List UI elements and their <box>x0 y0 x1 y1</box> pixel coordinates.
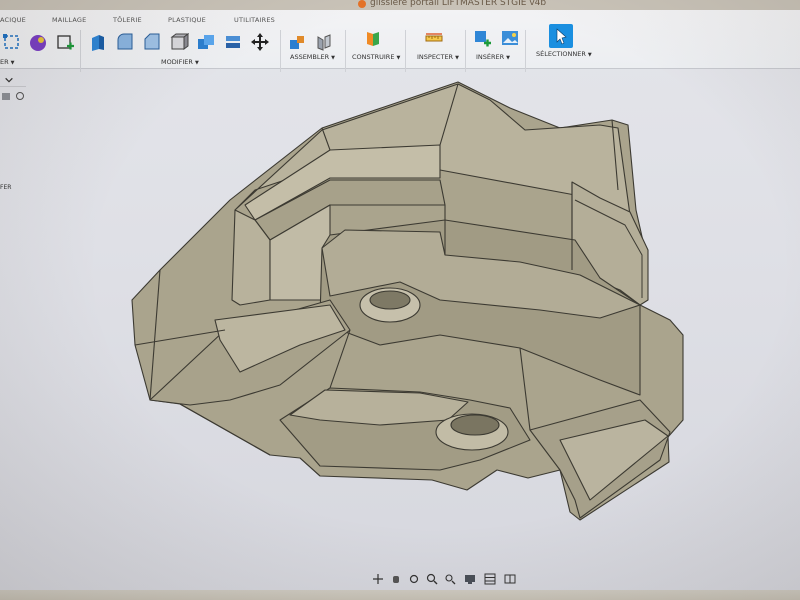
look-at-icon[interactable] <box>408 573 420 585</box>
monitor-bezel <box>0 590 800 600</box>
fusion-window: glissière portail LIFTMASTER STGIE v4b A… <box>0 0 800 600</box>
display-settings-icon[interactable] <box>464 573 476 585</box>
zoom-icon[interactable] <box>426 573 438 585</box>
fit-icon[interactable] <box>444 573 456 585</box>
orbit-icon[interactable] <box>372 573 384 585</box>
viewports-icon[interactable] <box>504 573 516 585</box>
grid-settings-icon[interactable] <box>484 573 496 585</box>
navigation-bar <box>368 571 520 589</box>
pan-icon[interactable] <box>390 573 402 585</box>
3d-viewport[interactable] <box>0 0 800 600</box>
